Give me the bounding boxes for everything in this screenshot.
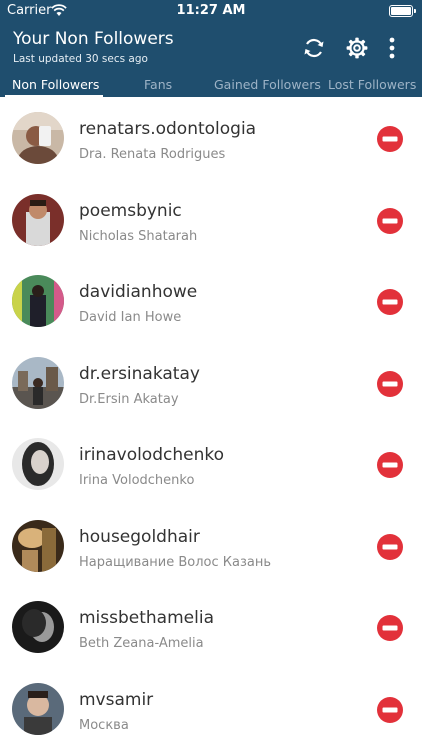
refresh-button[interactable]: [301, 35, 327, 61]
tab-fans[interactable]: Fans: [144, 77, 172, 92]
gear-icon: [346, 37, 368, 59]
full-name: Dr.Ersin Akatay: [79, 391, 179, 407]
user-list: renatars.odontologia Dra. Renata Rodrigu…: [0, 97, 422, 749]
tab-bar: Non Followers Fans Gained Followers Lost…: [0, 74, 422, 97]
list-item[interactable]: mvsamir Москва: [0, 668, 422, 750]
avatar: [12, 356, 64, 409]
remove-button[interactable]: [377, 126, 403, 152]
username: missbethamelia: [79, 608, 214, 628]
app-header: Your Non Followers Last updated 30 secs …: [0, 22, 422, 97]
avatar: [12, 682, 64, 735]
refresh-icon: [304, 38, 324, 58]
tab-lost-followers[interactable]: Lost Followers: [328, 77, 416, 92]
list-item[interactable]: dr.ersinakatay Dr.Ersin Akatay: [0, 342, 422, 424]
full-name: Наращивание Волос Казань: [79, 554, 272, 570]
remove-button[interactable]: [377, 696, 403, 723]
full-name: Beth Zeana-Amelia: [79, 636, 204, 651]
username: irinavolodchenko: [79, 445, 224, 465]
avatar: [12, 519, 64, 572]
list-item[interactable]: irinavolodchenko Irina Volodchenko: [0, 423, 422, 505]
username: mvsamir: [79, 689, 154, 710]
remove-button[interactable]: [377, 615, 403, 641]
list-item[interactable]: renatars.odontologia Dra. Renata Rodrigu…: [0, 97, 422, 179]
username: davidianhowe: [79, 282, 198, 302]
username: poemsbynic: [79, 200, 182, 221]
last-updated-label: Last updated 30 secs ago: [13, 53, 148, 65]
username: dr.ersinakatay: [79, 363, 200, 384]
avatar: [12, 275, 64, 327]
remove-button[interactable]: [377, 370, 403, 397]
avatar: [12, 438, 64, 490]
list-item[interactable]: housegoldhair Наращивание Волос Казань: [0, 505, 422, 587]
remove-button[interactable]: [377, 207, 403, 234]
full-name: Dra. Renata Rodrigues: [79, 147, 226, 162]
tab-non-followers[interactable]: Non Followers: [12, 77, 99, 92]
full-name: Москва: [79, 717, 129, 733]
remove-button[interactable]: [377, 452, 403, 478]
more-vertical-icon: [389, 37, 395, 59]
full-name: Irina Volodchenko: [79, 473, 195, 488]
full-name: David Ian Howe: [79, 310, 182, 325]
clock: 11:27 AM: [176, 3, 246, 18]
tab-gained-followers[interactable]: Gained Followers: [214, 77, 321, 92]
avatar: [12, 112, 64, 164]
avatar: [12, 193, 64, 246]
list-item[interactable]: poemsbynic Nicholas Shatarah: [0, 179, 422, 261]
username: housegoldhair: [79, 526, 200, 547]
avatar: [12, 601, 64, 653]
battery-icon: [389, 5, 416, 17]
more-options-button[interactable]: [379, 35, 405, 61]
username: renatars.odontologia: [79, 119, 257, 139]
list-item[interactable]: davidianhowe David Ian Howe: [0, 260, 422, 342]
remove-button[interactable]: [377, 289, 403, 315]
page-title: Your Non Followers: [13, 29, 174, 49]
settings-button[interactable]: [344, 35, 370, 61]
full-name: Nicholas Shatarah: [79, 228, 198, 244]
list-item[interactable]: missbethamelia Beth Zeana-Amelia: [0, 586, 422, 668]
remove-button[interactable]: [377, 533, 403, 560]
status-bar: Carrier 11:27 AM: [0, 0, 422, 22]
